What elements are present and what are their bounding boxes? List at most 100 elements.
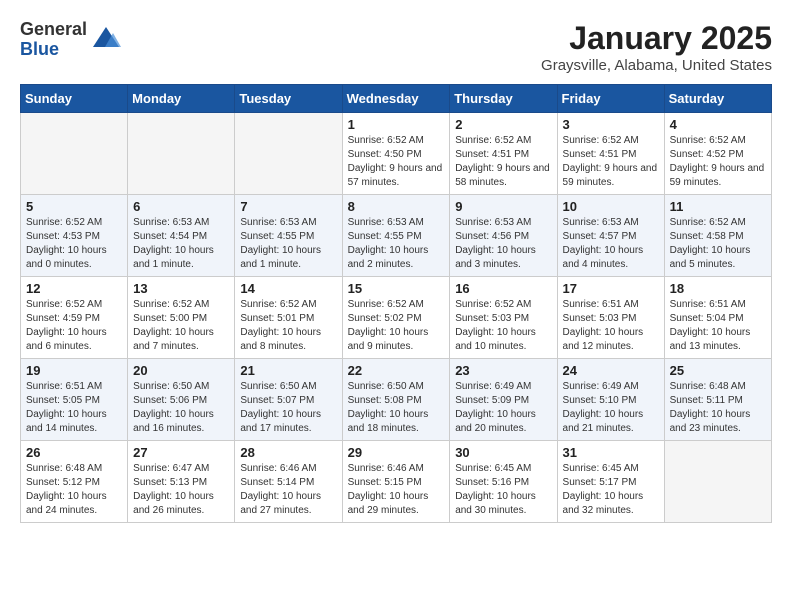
- table-row: 8 Sunrise: 6:53 AM Sunset: 4:55 PM Daylig…: [342, 195, 450, 277]
- day-info: Sunrise: 6:53 AM Sunset: 4:55 PM Dayligh…: [348, 216, 445, 272]
- day-number: 13: [133, 281, 229, 296]
- day-number: 5: [26, 199, 122, 214]
- logo-blue-text: Blue: [20, 40, 87, 60]
- month-title: January 2025: [541, 20, 772, 57]
- table-row: 15 Sunrise: 6:52 AM Sunset: 5:02 PM Dayli…: [342, 277, 450, 359]
- day-info: Sunrise: 6:51 AM Sunset: 5:05 PM Dayligh…: [26, 380, 122, 436]
- table-row: 13 Sunrise: 6:52 AM Sunset: 5:00 PM Dayli…: [128, 277, 235, 359]
- location-title: Graysville, Alabama, United States: [541, 57, 772, 74]
- day-number: 6: [133, 199, 229, 214]
- day-info: Sunrise: 6:52 AM Sunset: 5:01 PM Dayligh…: [240, 298, 336, 354]
- calendar-table: Sunday Monday Tuesday Wednesday Thursday…: [20, 84, 772, 523]
- table-row: 12 Sunrise: 6:52 AM Sunset: 4:59 PM Dayli…: [21, 277, 128, 359]
- day-info: Sunrise: 6:52 AM Sunset: 4:51 PM Dayligh…: [455, 134, 551, 190]
- table-row: 27 Sunrise: 6:47 AM Sunset: 5:13 PM Dayli…: [128, 441, 235, 523]
- day-number: 28: [240, 445, 336, 460]
- table-row: [128, 113, 235, 195]
- day-number: 9: [455, 199, 551, 214]
- day-info: Sunrise: 6:53 AM Sunset: 4:55 PM Dayligh…: [240, 216, 336, 272]
- table-row: 16 Sunrise: 6:52 AM Sunset: 5:03 PM Dayli…: [450, 277, 557, 359]
- day-number: 26: [26, 445, 122, 460]
- calendar-week-row: 19 Sunrise: 6:51 AM Sunset: 5:05 PM Dayli…: [21, 359, 772, 441]
- table-row: 2Sunrise: 6:52 AM Sunset: 4:51 PM Daylig…: [450, 113, 557, 195]
- day-number: 16: [455, 281, 551, 296]
- day-number: 12: [26, 281, 122, 296]
- table-row: 5 Sunrise: 6:52 AM Sunset: 4:53 PM Daylig…: [21, 195, 128, 277]
- header-monday: Monday: [128, 85, 235, 113]
- day-info: Sunrise: 6:53 AM Sunset: 4:54 PM Dayligh…: [133, 216, 229, 272]
- table-row: 4 Sunrise: 6:52 AM Sunset: 4:52 PM Daylig…: [664, 113, 771, 195]
- header-friday: Friday: [557, 85, 664, 113]
- table-row: 23Sunrise: 6:49 AM Sunset: 5:09 PM Dayli…: [450, 359, 557, 441]
- day-number: 22: [348, 363, 445, 378]
- day-info: Sunrise: 6:52 AM Sunset: 4:53 PM Dayligh…: [26, 216, 122, 272]
- table-row: 20Sunrise: 6:50 AM Sunset: 5:06 PM Dayli…: [128, 359, 235, 441]
- day-info: Sunrise: 6:45 AM Sunset: 5:16 PM Dayligh…: [455, 462, 551, 518]
- day-number: 27: [133, 445, 229, 460]
- day-info: Sunrise: 6:52 AM Sunset: 5:03 PM Dayligh…: [455, 298, 551, 354]
- day-number: 11: [670, 199, 766, 214]
- table-row: 1 Sunrise: 6:52 AM Sunset: 4:50 PM Daylig…: [342, 113, 450, 195]
- page-header: General Blue January 2025 Graysville, Al…: [20, 20, 772, 74]
- day-info: Sunrise: 6:52 AM Sunset: 4:52 PM Dayligh…: [670, 134, 766, 190]
- day-info: Sunrise: 6:52 AM Sunset: 4:51 PM Dayligh…: [563, 134, 659, 190]
- logo-general-text: General: [20, 20, 87, 40]
- table-row: 19 Sunrise: 6:51 AM Sunset: 5:05 PM Dayli…: [21, 359, 128, 441]
- logo-icon: [91, 25, 121, 55]
- day-info: Sunrise: 6:50 AM Sunset: 5:08 PM Dayligh…: [348, 380, 445, 436]
- day-number: 3: [563, 117, 659, 132]
- day-info: Sunrise: 6:52 AM Sunset: 5:00 PM Dayligh…: [133, 298, 229, 354]
- day-info: Sunrise: 6:48 AM Sunset: 5:11 PM Dayligh…: [670, 380, 766, 436]
- day-number: 20: [133, 363, 229, 378]
- table-row: 21Sunrise: 6:50 AM Sunset: 5:07 PM Dayli…: [235, 359, 342, 441]
- table-row: 6 Sunrise: 6:53 AM Sunset: 4:54 PM Daylig…: [128, 195, 235, 277]
- table-row: 28 Sunrise: 6:46 AM Sunset: 5:14 PM Dayli…: [235, 441, 342, 523]
- day-number: 30: [455, 445, 551, 460]
- table-row: 29 Sunrise: 6:46 AM Sunset: 5:15 PM Dayli…: [342, 441, 450, 523]
- day-info: Sunrise: 6:45 AM Sunset: 5:17 PM Dayligh…: [563, 462, 659, 518]
- day-number: 14: [240, 281, 336, 296]
- table-row: [21, 113, 128, 195]
- header-thursday: Thursday: [450, 85, 557, 113]
- day-info: Sunrise: 6:52 AM Sunset: 4:50 PM Dayligh…: [348, 134, 445, 190]
- table-row: 24Sunrise: 6:49 AM Sunset: 5:10 PM Dayli…: [557, 359, 664, 441]
- logo: General Blue: [20, 20, 121, 60]
- day-number: 23: [455, 363, 551, 378]
- table-row: 9 Sunrise: 6:53 AM Sunset: 4:56 PM Daylig…: [450, 195, 557, 277]
- day-info: Sunrise: 6:46 AM Sunset: 5:15 PM Dayligh…: [348, 462, 445, 518]
- table-row: 3 Sunrise: 6:52 AM Sunset: 4:51 PM Daylig…: [557, 113, 664, 195]
- day-number: 15: [348, 281, 445, 296]
- day-number: 31: [563, 445, 659, 460]
- calendar-week-row: 1 Sunrise: 6:52 AM Sunset: 4:50 PM Daylig…: [21, 113, 772, 195]
- day-info: Sunrise: 6:47 AM Sunset: 5:13 PM Dayligh…: [133, 462, 229, 518]
- day-number: 24: [563, 363, 659, 378]
- day-info: Sunrise: 6:46 AM Sunset: 5:14 PM Dayligh…: [240, 462, 336, 518]
- calendar-week-row: 5 Sunrise: 6:52 AM Sunset: 4:53 PM Daylig…: [21, 195, 772, 277]
- day-number: 4: [670, 117, 766, 132]
- day-number: 7: [240, 199, 336, 214]
- day-info: Sunrise: 6:52 AM Sunset: 4:58 PM Dayligh…: [670, 216, 766, 272]
- day-info: Sunrise: 6:52 AM Sunset: 4:59 PM Dayligh…: [26, 298, 122, 354]
- day-number: 25: [670, 363, 766, 378]
- calendar-week-row: 12 Sunrise: 6:52 AM Sunset: 4:59 PM Dayli…: [21, 277, 772, 359]
- day-info: Sunrise: 6:51 AM Sunset: 5:04 PM Dayligh…: [670, 298, 766, 354]
- table-row: 11 Sunrise: 6:52 AM Sunset: 4:58 PM Dayli…: [664, 195, 771, 277]
- title-section: January 2025 Graysville, Alabama, United…: [541, 20, 772, 74]
- calendar-week-row: 26 Sunrise: 6:48 AM Sunset: 5:12 PM Dayli…: [21, 441, 772, 523]
- day-info: Sunrise: 6:48 AM Sunset: 5:12 PM Dayligh…: [26, 462, 122, 518]
- day-info: Sunrise: 6:53 AM Sunset: 4:56 PM Dayligh…: [455, 216, 551, 272]
- header-tuesday: Tuesday: [235, 85, 342, 113]
- day-info: Sunrise: 6:53 AM Sunset: 4:57 PM Dayligh…: [563, 216, 659, 272]
- day-number: 29: [348, 445, 445, 460]
- table-row: 10Sunrise: 6:53 AM Sunset: 4:57 PM Dayli…: [557, 195, 664, 277]
- day-number: 19: [26, 363, 122, 378]
- day-number: 1: [348, 117, 445, 132]
- weekday-header-row: Sunday Monday Tuesday Wednesday Thursday…: [21, 85, 772, 113]
- table-row: 17Sunrise: 6:51 AM Sunset: 5:03 PM Dayli…: [557, 277, 664, 359]
- day-info: Sunrise: 6:52 AM Sunset: 5:02 PM Dayligh…: [348, 298, 445, 354]
- day-number: 18: [670, 281, 766, 296]
- day-number: 21: [240, 363, 336, 378]
- header-saturday: Saturday: [664, 85, 771, 113]
- day-number: 8: [348, 199, 445, 214]
- table-row: [664, 441, 771, 523]
